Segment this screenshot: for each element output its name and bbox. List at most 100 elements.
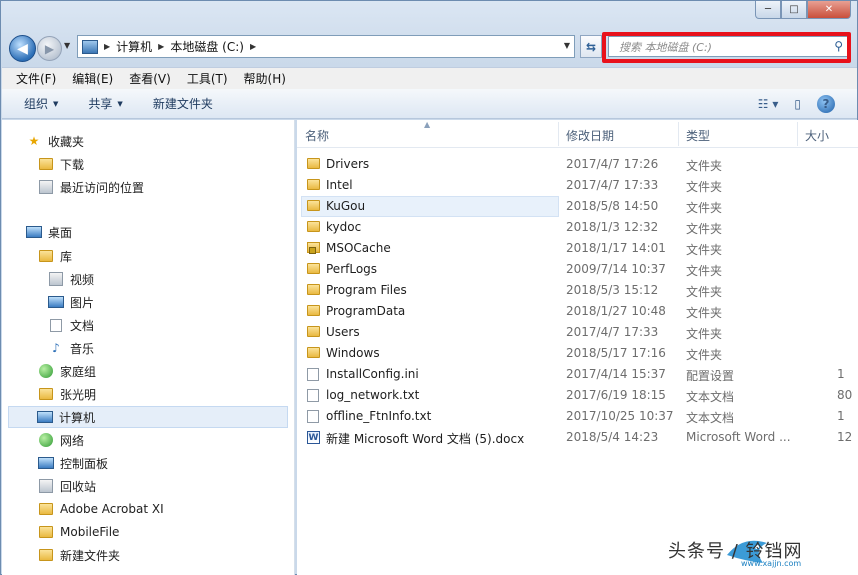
column-date-modified[interactable]: 修改日期 xyxy=(566,127,614,144)
navigation-pane: ★ 收藏夹 下载 最近访问的位置 桌面 库 视频 图片 文档 ♪ 音乐 家庭组 张光… xyxy=(2,120,295,575)
sidebar-item-downloads[interactable]: 下载 xyxy=(38,153,84,175)
sidebar-item-mobilefile[interactable]: MobileFile xyxy=(38,521,119,543)
explorer-window: ─ □ ✕ ◀ ▶ ▼ ▶ 计算机 ▶ 本地磁盘 (C:) ▶ ▼ ⇆ 搜索 本地磁… xyxy=(0,0,858,575)
sidebar-item-adobe-acrobat[interactable]: Adobe Acrobat XI xyxy=(38,498,164,520)
menu-edit[interactable]: 编辑(E) xyxy=(72,70,113,87)
sidebar-item-user[interactable]: 张光明 xyxy=(38,383,96,405)
new-folder-button[interactable]: 新建文件夹 xyxy=(153,95,213,112)
command-bar: 组织 ▼ 共享 ▼ 新建文件夹 ☷ ▾ ▯ ? xyxy=(2,89,857,119)
folder-icon xyxy=(307,158,320,169)
sidebar-item-libraries[interactable]: 库 xyxy=(38,245,72,267)
word-document-icon: W xyxy=(307,431,320,444)
sidebar-item-homegroup[interactable]: 家庭组 xyxy=(38,360,96,382)
sidebar-item-computer[interactable]: 计算机 xyxy=(8,406,288,428)
sidebar-item-control-panel[interactable]: 控制面板 xyxy=(38,452,108,474)
sidebar-item-desktop[interactable]: 桌面 xyxy=(26,221,72,243)
folder-icon xyxy=(39,158,53,170)
folder-icon xyxy=(307,179,320,190)
back-button[interactable]: ◀ xyxy=(9,35,36,62)
breadcrumb-drive-c[interactable]: ▶ 本地磁盘 (C:) xyxy=(158,38,244,55)
folder-icon xyxy=(307,347,320,358)
forward-button[interactable]: ▶ xyxy=(37,36,62,61)
file-row[interactable]: PerfLogs 2009/7/14 10:37 文件夹 xyxy=(297,259,858,280)
watermark-url: www.xajjn.com xyxy=(741,559,802,568)
file-row[interactable]: ProgramData 2018/1/27 10:48 文件夹 xyxy=(297,301,858,322)
folder-icon xyxy=(39,549,53,561)
video-icon xyxy=(49,272,63,286)
maximize-button[interactable]: □ xyxy=(781,1,807,19)
sidebar-item-recent[interactable]: 最近访问的位置 xyxy=(38,176,144,198)
text-file-icon xyxy=(307,410,319,423)
preview-pane-icon[interactable]: ▯ xyxy=(794,97,801,111)
share-button[interactable]: 共享 ▼ xyxy=(88,95,122,112)
column-name[interactable]: 名称 xyxy=(305,127,329,144)
column-size[interactable]: 大小 xyxy=(805,127,829,144)
address-bar[interactable]: ▶ 计算机 ▶ 本地磁盘 (C:) ▶ ▼ xyxy=(77,35,575,58)
folder-icon xyxy=(307,305,320,316)
text-file-icon xyxy=(307,389,319,402)
breadcrumb-computer[interactable]: ▶ 计算机 xyxy=(104,38,152,55)
column-type[interactable]: 类型 xyxy=(686,127,710,144)
folder-icon xyxy=(307,221,320,232)
column-header: ▲ 名称 修改日期 类型 大小 xyxy=(297,120,858,148)
menu-view[interactable]: 查看(V) xyxy=(129,70,171,87)
recent-pages-dropdown[interactable]: ▼ xyxy=(64,41,70,50)
file-row-selected[interactable]: KuGou 2018/5/8 14:50 文件夹 xyxy=(297,196,858,217)
chevron-down-icon: ▼ xyxy=(53,99,59,108)
document-icon xyxy=(50,318,62,332)
menu-bar: 文件(F) 编辑(E) 查看(V) 工具(T) 帮助(H) xyxy=(2,67,857,89)
sidebar-item-documents[interactable]: 文档 xyxy=(48,314,94,336)
computer-icon xyxy=(82,39,98,54)
folder-icon xyxy=(39,503,53,515)
caption-buttons: ─ □ ✕ xyxy=(755,1,851,19)
view-options-icon[interactable]: ☷ ▾ xyxy=(758,97,779,111)
settings-file-icon xyxy=(307,368,319,381)
file-row[interactable]: kydoc 2018/1/3 12:32 文件夹 xyxy=(297,217,858,238)
file-row[interactable]: log_network.txt 2017/6/19 18:15 文本文档 80 xyxy=(297,385,858,406)
help-icon[interactable]: ? xyxy=(817,95,835,113)
chevron-down-icon: ▼ xyxy=(117,99,123,108)
recent-places-icon xyxy=(39,180,53,194)
sidebar-item-network[interactable]: 网络 xyxy=(38,429,84,451)
folder-icon xyxy=(39,526,53,538)
sidebar-item-pictures[interactable]: 图片 xyxy=(48,291,94,313)
sidebar-item-videos[interactable]: 视频 xyxy=(48,268,94,290)
breadcrumb-child-arrow[interactable]: ▶ xyxy=(250,42,262,51)
address-dropdown-icon[interactable]: ▼ xyxy=(564,41,570,50)
folder-icon xyxy=(307,326,320,337)
file-row[interactable]: InstallConfig.ini 2017/4/14 15:37 配置设置 1 xyxy=(297,364,858,385)
picture-icon xyxy=(48,296,64,308)
star-icon: ★ xyxy=(28,134,40,148)
sidebar-item-recycle-bin[interactable]: 回收站 xyxy=(38,475,96,497)
file-row[interactable]: Program Files 2018/5/3 15:12 文件夹 xyxy=(297,280,858,301)
close-button[interactable]: ✕ xyxy=(807,1,851,19)
file-row[interactable]: Windows 2018/5/17 17:16 文件夹 xyxy=(297,343,858,364)
refresh-button[interactable]: ⇆ xyxy=(580,35,602,58)
menu-help[interactable]: 帮助(H) xyxy=(244,70,286,87)
desktop-icon xyxy=(26,226,42,238)
file-row[interactable]: Intel 2017/4/7 17:33 文件夹 xyxy=(297,175,858,196)
file-row[interactable]: MSOCache 2018/1/17 14:01 文件夹 xyxy=(297,238,858,259)
menu-tools[interactable]: 工具(T) xyxy=(187,70,228,87)
sort-ascending-icon: ▲ xyxy=(424,120,431,129)
control-panel-icon xyxy=(38,457,54,469)
homegroup-icon xyxy=(39,364,53,378)
folder-icon xyxy=(307,284,320,295)
sidebar-item-music[interactable]: ♪ 音乐 xyxy=(48,337,94,359)
sidebar-item-new-folder[interactable]: 新建文件夹 xyxy=(38,544,120,566)
minimize-button[interactable]: ─ xyxy=(755,1,781,19)
recycle-bin-icon xyxy=(39,479,53,493)
file-row[interactable]: Drivers 2017/4/7 17:26 文件夹 xyxy=(297,154,858,175)
computer-icon xyxy=(37,411,53,423)
menu-file[interactable]: 文件(F) xyxy=(16,70,56,87)
sidebar-item-favorites[interactable]: ★ 收藏夹 xyxy=(26,130,84,152)
file-row[interactable]: W 新建 Microsoft Word 文档 (5).docx 2018/5/4 1… xyxy=(297,427,858,448)
file-row[interactable]: Users 2017/4/7 17:33 文件夹 xyxy=(297,322,858,343)
folder-icon xyxy=(307,263,320,274)
library-icon xyxy=(39,250,53,262)
file-row[interactable]: offline_FtnInfo.txt 2017/10/25 10:37 文本文档 1 xyxy=(297,406,858,427)
organize-button[interactable]: 组织 ▼ xyxy=(24,95,58,112)
search-highlight-box xyxy=(602,32,851,63)
network-icon xyxy=(39,433,53,447)
folder-icon xyxy=(307,200,320,211)
